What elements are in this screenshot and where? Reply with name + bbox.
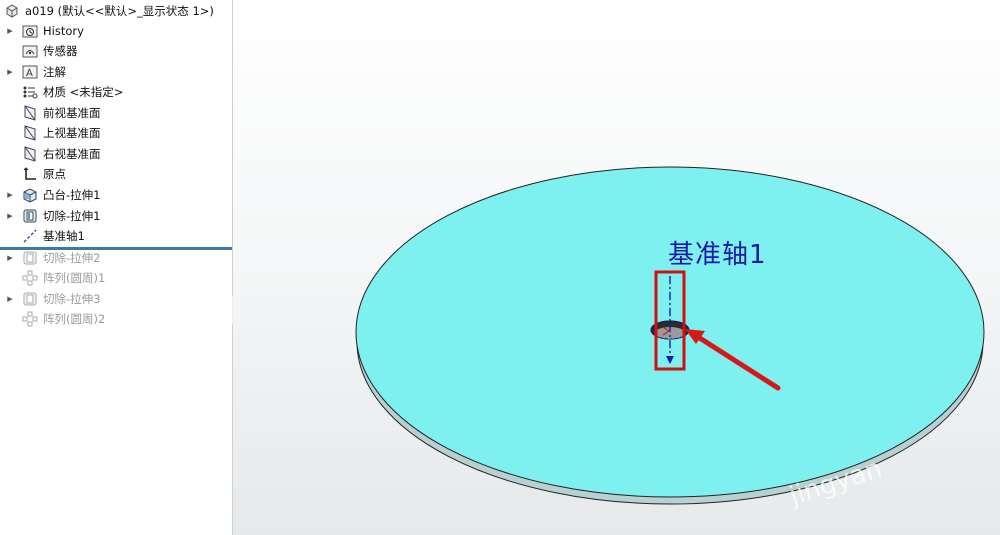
plane-icon bbox=[22, 105, 38, 121]
tree-item-cut-extrude2[interactable]: ▶ 切除-拉伸2 bbox=[0, 248, 100, 268]
tree-item-annotations[interactable]: ▶ A 注解 bbox=[0, 62, 66, 82]
tree-item-label: 凸台-拉伸1 bbox=[43, 188, 101, 202]
cut-extrude-icon bbox=[22, 250, 38, 266]
tree-item-label: 右视基准面 bbox=[43, 147, 101, 161]
plane-icon bbox=[22, 125, 38, 141]
tree-item-front-plane[interactable]: 前视基准面 bbox=[0, 103, 101, 123]
tree-item-label: 阵列(圆周)1 bbox=[43, 271, 106, 285]
tree-item-label: 基准轴1 bbox=[43, 229, 85, 243]
sensor-icon bbox=[22, 43, 38, 59]
cut-extrude-icon bbox=[22, 291, 38, 307]
part-icon bbox=[4, 3, 20, 19]
feature-manager-tree: a019 (默认<<默认>_显示状态 1>) ▶ History 传感器 ▶ A… bbox=[0, 0, 240, 535]
tree-item-label: 切除-拉伸2 bbox=[43, 251, 101, 265]
tree-item-circular-pattern1[interactable]: 阵列(圆周)1 bbox=[0, 268, 105, 288]
circular-pattern-icon bbox=[22, 311, 38, 327]
tree-item-label: 阵列(圆周)2 bbox=[43, 312, 106, 326]
expand-arrow-icon[interactable]: ▶ bbox=[4, 212, 16, 220]
tree-item-top-plane[interactable]: 上视基准面 bbox=[0, 123, 101, 143]
tree-item-history[interactable]: ▶ History bbox=[0, 21, 84, 41]
boss-extrude-icon bbox=[22, 187, 38, 203]
material-icon bbox=[22, 84, 38, 100]
expand-arrow-icon[interactable]: ▶ bbox=[4, 68, 16, 76]
svg-text:A: A bbox=[26, 68, 33, 79]
tree-item-origin[interactable]: 原点 bbox=[0, 164, 66, 184]
plane-icon bbox=[22, 146, 38, 162]
tree-item-cut-extrude3[interactable]: ▶ 切除-拉伸3 bbox=[0, 289, 100, 309]
annotation-icon: A bbox=[22, 64, 38, 80]
reference-axis-icon bbox=[22, 228, 38, 244]
tree-item-label: 前视基准面 bbox=[43, 106, 101, 120]
graphics-area[interactable]: jingyan 基准轴1 bbox=[233, 0, 1000, 535]
tree-item-label: History bbox=[43, 24, 84, 38]
cut-extrude-icon bbox=[22, 208, 38, 224]
part-model: jingyan bbox=[355, 166, 985, 512]
tree-item-right-plane[interactable]: 右视基准面 bbox=[0, 144, 101, 164]
tree-root-label: a019 (默认<<默认>_显示状态 1>) bbox=[25, 4, 214, 18]
tree-item-label: 注解 bbox=[43, 65, 66, 79]
axis-label[interactable]: 基准轴1 bbox=[668, 234, 767, 271]
tree-item-axis1[interactable]: 基准轴1 bbox=[0, 226, 85, 246]
tree-item-label: 切除-拉伸3 bbox=[43, 292, 101, 306]
tree-item-sensors[interactable]: 传感器 bbox=[0, 41, 78, 61]
expand-arrow-icon[interactable]: ▶ bbox=[4, 27, 16, 35]
tree-item-cut-extrude1[interactable]: ▶ 切除-拉伸1 bbox=[0, 206, 100, 226]
circular-pattern-icon bbox=[22, 270, 38, 286]
solidworks-window: a019 (默认<<默认>_显示状态 1>) ▶ History 传感器 ▶ A… bbox=[0, 0, 1000, 535]
tree-item-label: 传感器 bbox=[43, 44, 78, 58]
tree-item-circular-pattern2[interactable]: 阵列(圆周)2 bbox=[0, 309, 105, 329]
expand-arrow-icon[interactable]: ▶ bbox=[4, 254, 16, 262]
tree-item-label: 切除-拉伸1 bbox=[43, 209, 101, 223]
origin-icon bbox=[22, 166, 38, 182]
tree-item-label: 上视基准面 bbox=[43, 126, 101, 140]
expand-arrow-icon[interactable]: ▶ bbox=[4, 295, 16, 303]
tree-item-label: 原点 bbox=[43, 167, 66, 181]
tree-item-label: 材质 <未指定> bbox=[43, 85, 124, 99]
tree-root-part[interactable]: a019 (默认<<默认>_显示状态 1>) bbox=[0, 1, 214, 21]
tree-item-material[interactable]: 材质 <未指定> bbox=[0, 82, 123, 102]
tree-item-boss-extrude1[interactable]: ▶ 凸台-拉伸1 bbox=[0, 185, 100, 205]
history-folder-icon bbox=[22, 23, 38, 39]
expand-arrow-icon[interactable]: ▶ bbox=[4, 191, 16, 199]
